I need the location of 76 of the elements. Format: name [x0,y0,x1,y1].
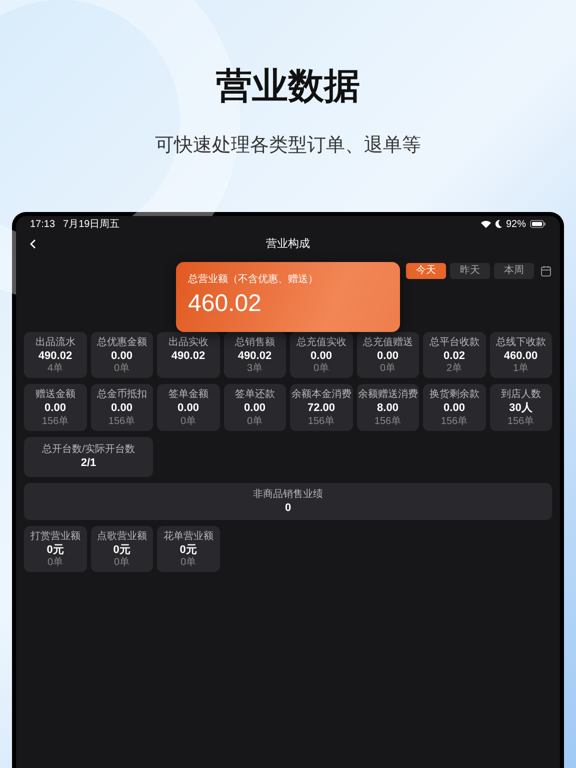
total-revenue-label: 总营业额（不含优惠、赠送） [188,272,319,287]
stat-count: 0单 [312,363,330,374]
period-tab[interactable]: 本周 [494,263,534,279]
stat-count: 1单 [512,363,530,374]
stat-count: 0单 [112,557,131,568]
status-time: 17:13 [30,218,56,232]
calendar-icon[interactable] [540,265,552,277]
stat-label: 出品流水 [34,337,76,349]
stat-label: 总优惠金额 [96,337,148,349]
stat-count: 156单 [440,416,469,427]
stat-value: 0元 [178,543,198,556]
period-tab[interactable]: 昨天 [450,263,490,279]
wifi-icon [480,220,491,228]
stat-value: 0.00 [310,349,333,362]
stat-count: 4单 [46,363,64,374]
stat-label: 到店人数 [500,389,542,402]
stat-label: 总开台数/实际开台数 [41,444,136,456]
moon-icon [494,220,502,228]
stat-label: 总金币抵扣 [96,389,148,402]
stat-value: 0元 [46,543,65,556]
stat-count: 0单 [179,416,198,427]
page-title: 营业构成 [266,236,310,252]
stat-label: 总平台收款 [428,337,480,349]
stat-value: 0.00 [243,401,266,416]
stat-label: 赠送金额 [34,389,76,402]
stat-label: 总充值赠送 [362,337,414,349]
stat-label: 余额本金消费 [290,389,352,402]
stat-count: 0单 [179,557,198,568]
stat-value: 30人 [508,401,534,416]
stat-count: 0单 [112,363,131,374]
stat-count: 156单 [107,416,136,427]
stat-value: 72.00 [306,401,336,416]
stat-count: 0单 [46,557,64,568]
headline: 营业数据 [215,66,361,106]
battery-percent: 92% [506,218,526,232]
stat-value: 0.00 [110,349,134,362]
stat-label: 花单营业额 [162,531,214,544]
stat-value: 490.02 [37,349,74,362]
subheadline: 可快速处理各类型订单、退单等 [154,134,422,158]
stat-value: 490.02 [170,349,206,364]
stat-value: 0.02 [442,349,466,362]
back-icon[interactable] [30,239,36,249]
stat-label: 打赏营业额 [29,531,82,544]
stat-count: 2单 [445,363,464,374]
stat-label: 总销售额 [234,337,276,349]
stat-count: 156单 [506,416,536,427]
stat-value: 0元 [112,543,132,556]
stat-count: 156单 [306,416,336,427]
battery-icon [530,220,546,228]
stat-count: 3单 [246,363,264,374]
stat-value: 0.00 [110,401,134,416]
stat-count: 156单 [40,416,70,427]
stat-value: 460.00 [502,349,539,362]
stat-value: 0.00 [44,401,67,416]
period-tab[interactable]: 今天 [406,263,446,279]
status-date: 7月19日周五 [63,218,120,232]
stat-value: 2/1 [80,456,98,470]
stat-value: 8.00 [376,401,400,416]
stat-label: 总充值实收 [295,337,348,349]
total-revenue-value: 460.02 [188,291,262,318]
stat-count: 0单 [246,416,264,427]
stat-label: 总线下收款 [494,337,547,349]
stat-count: 0单 [378,363,397,374]
stat-label: 签单金额 [167,389,210,402]
stat-value: 0 [284,500,292,516]
stat-count: 156单 [373,416,402,427]
stat-value: 0.00 [176,401,200,416]
stat-value: 0.00 [442,401,466,416]
stat-label: 非商品销售业绩 [252,488,324,501]
stat-value: 490.02 [236,349,273,362]
stat-label: 出品实收 [167,337,210,349]
stat-label: 换货剩余款 [428,389,480,402]
stat-value: 0.00 [376,349,400,362]
stat-label: 余额赠送消费 [356,389,419,402]
stat-label: 签单还款 [234,389,276,402]
stat-label: 点歌营业额 [96,531,148,544]
